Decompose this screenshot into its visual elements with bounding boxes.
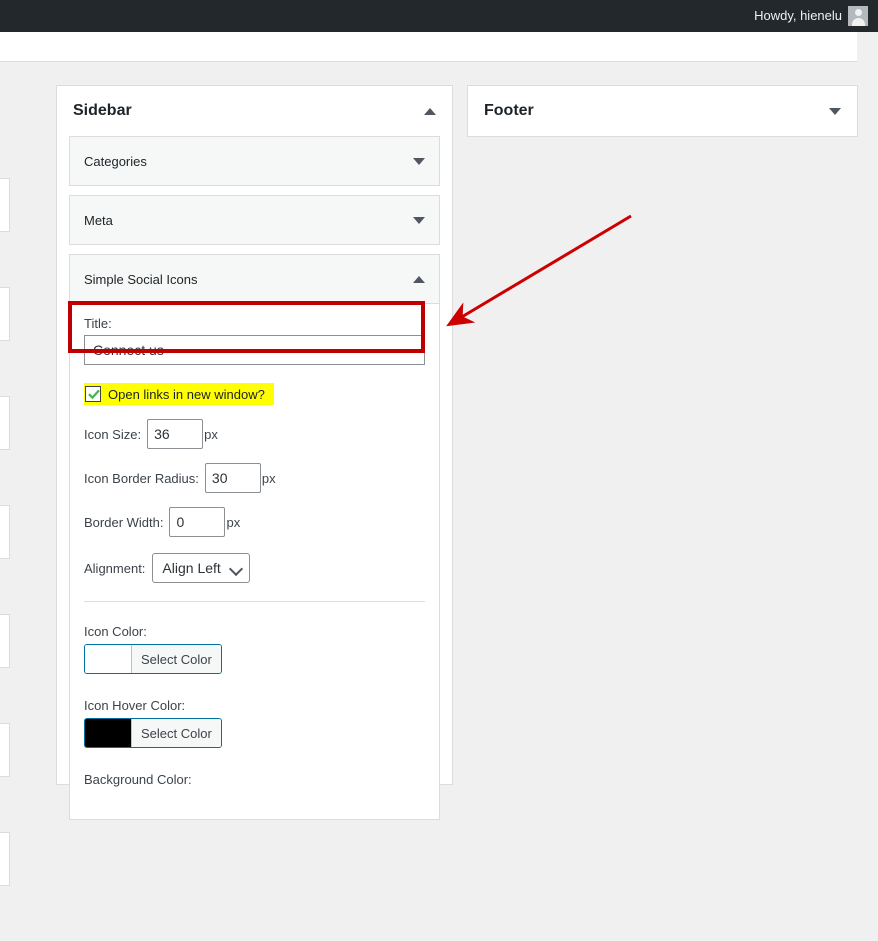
widget-meta-header[interactable]: Meta: [70, 196, 439, 244]
icon-hover-color-button-label[interactable]: Select Color: [131, 719, 221, 747]
available-widget-stub[interactable]: [0, 178, 10, 232]
available-widgets-column: [0, 178, 10, 941]
sidebar-panel-header[interactable]: Sidebar: [57, 86, 452, 136]
background-color-field: Background Color:: [84, 772, 425, 787]
icon-hover-color-field: Icon Hover Color: Select Color: [84, 698, 425, 750]
sidebar-widget-area: Sidebar Categories Meta Simple Social Ic…: [56, 85, 453, 785]
available-widget-stub[interactable]: [0, 396, 10, 450]
title-input[interactable]: [84, 335, 425, 365]
icon-size-row: Icon Size: px: [84, 419, 425, 449]
widget-simple-social-icons-header[interactable]: Simple Social Icons: [70, 255, 439, 303]
widget-simple-social-icons: Simple Social Icons Title: Open links in…: [69, 254, 440, 820]
icon-color-picker[interactable]: Select Color: [84, 644, 222, 674]
icon-color-button-label[interactable]: Select Color: [131, 645, 221, 673]
icon-size-label: Icon Size:: [84, 427, 141, 442]
widget-title: Meta: [84, 213, 413, 228]
alignment-select-wrap: Align Left: [152, 553, 250, 583]
icon-color-label: Icon Color:: [84, 624, 425, 639]
triangle-up-icon[interactable]: [413, 276, 425, 283]
open-new-window-row[interactable]: Open links in new window?: [84, 383, 274, 405]
available-widget-stub[interactable]: [0, 832, 10, 886]
sidebar-panel-title: Sidebar: [73, 102, 424, 120]
howdy-greeting[interactable]: Howdy, hienelu: [754, 0, 848, 32]
icon-color-field: Icon Color: Select Color: [84, 624, 425, 676]
open-new-window-checkbox[interactable]: [85, 386, 101, 402]
triangle-down-icon[interactable]: [413, 158, 425, 165]
available-widget-stub[interactable]: [0, 505, 10, 559]
icon-hover-color-swatch[interactable]: [85, 719, 131, 747]
alignment-row: Alignment: Align Left: [84, 553, 425, 583]
icon-size-input[interactable]: [147, 419, 203, 449]
background-color-label: Background Color:: [84, 772, 425, 787]
available-widget-stub[interactable]: [0, 287, 10, 341]
triangle-down-icon[interactable]: [829, 108, 841, 115]
alignment-select[interactable]: Align Left: [152, 553, 250, 583]
icon-border-radius-unit: px: [262, 471, 276, 486]
title-label: Title:: [84, 316, 425, 331]
page-header-strip: [0, 32, 857, 62]
widget-title: Simple Social Icons: [84, 272, 413, 287]
icon-hover-color-picker[interactable]: Select Color: [84, 718, 222, 748]
widget-categories-header[interactable]: Categories: [70, 137, 439, 185]
footer-panel-title: Footer: [484, 102, 829, 120]
alignment-label: Alignment:: [84, 561, 145, 576]
available-widget-stub[interactable]: [0, 723, 10, 777]
footer-panel-header[interactable]: Footer: [468, 86, 857, 136]
border-width-unit: px: [226, 515, 240, 530]
icon-border-radius-label: Icon Border Radius:: [84, 471, 199, 486]
icon-hover-color-label: Icon Hover Color:: [84, 698, 425, 713]
triangle-down-icon[interactable]: [413, 217, 425, 224]
sidebar-widget-list: Categories Meta Simple Social Icons Titl…: [57, 136, 452, 820]
settings-divider: [84, 601, 425, 602]
available-widget-stub[interactable]: [0, 614, 10, 668]
checkmark-icon: [87, 387, 101, 401]
icon-border-radius-input[interactable]: [205, 463, 261, 493]
triangle-up-icon[interactable]: [424, 108, 436, 115]
footer-widget-area: Footer: [467, 85, 858, 137]
icon-color-swatch[interactable]: [85, 645, 131, 673]
icon-border-radius-row: Icon Border Radius: px: [84, 463, 425, 493]
admin-bar: Howdy, hienelu: [0, 0, 878, 32]
widget-meta: Meta: [69, 195, 440, 245]
widget-title: Categories: [84, 154, 413, 169]
border-width-input[interactable]: [169, 507, 225, 537]
user-avatar-icon[interactable]: [848, 6, 868, 26]
widget-categories: Categories: [69, 136, 440, 186]
icon-size-unit: px: [204, 427, 218, 442]
border-width-row: Border Width: px: [84, 507, 425, 537]
widget-settings-form: Title: Open links in new window? Icon Si…: [70, 303, 439, 819]
border-width-label: Border Width:: [84, 515, 163, 530]
open-new-window-label: Open links in new window?: [108, 387, 265, 402]
